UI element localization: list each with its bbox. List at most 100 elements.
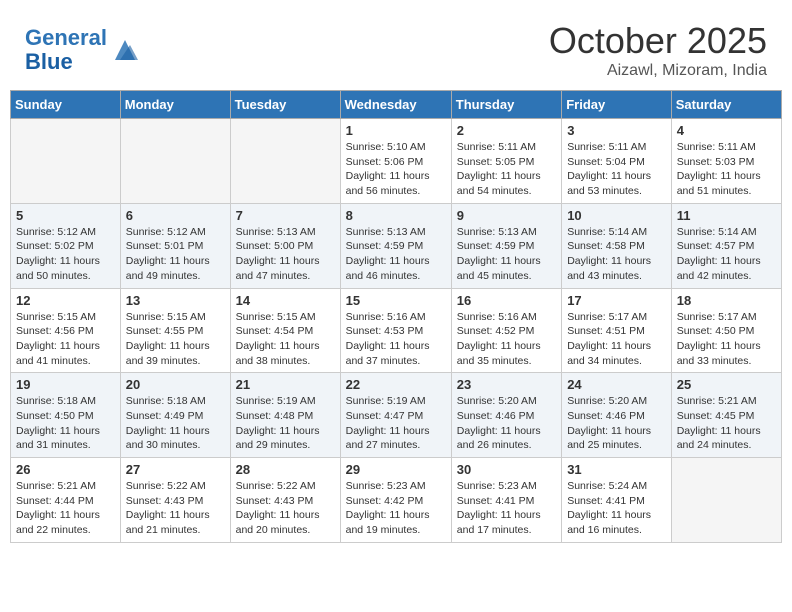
day-number: 6 — [126, 208, 225, 223]
calendar-cell: 29 Sunrise: 5:23 AMSunset: 4:42 PMDayligh… — [340, 458, 451, 543]
title-block: October 2025 Aizawl, Mizoram, India — [549, 20, 767, 80]
calendar-cell: 22 Sunrise: 5:19 AMSunset: 4:47 PMDayligh… — [340, 373, 451, 458]
calendar-cell: 31Sunrise: 5:24 AMSunset: 4:41 PMDayligh… — [562, 458, 672, 543]
day-number: 30 — [457, 462, 556, 477]
calendar-cell: 5 Sunrise: 5:12 AMSunset: 5:02 PMDaylight… — [11, 203, 121, 288]
day-number: 14 — [236, 293, 335, 308]
day-info: Sunrise: 5:10 AMSunset: 5:06 PMDaylight:… — [346, 140, 446, 199]
day-number: 3 — [567, 123, 666, 138]
calendar-cell: 24 Sunrise: 5:20 AMSunset: 4:46 PMDayligh… — [562, 373, 672, 458]
calendar-table: SundayMondayTuesdayWednesdayThursdayFrid… — [10, 90, 782, 543]
day-number: 22 — [346, 377, 446, 392]
day-info: Sunrise: 5:20 AMSunset: 4:46 PMDaylight:… — [567, 394, 666, 453]
day-info: Sunrise: 5:21 AMSunset: 4:45 PMDaylight:… — [677, 394, 776, 453]
calendar-cell: 23 Sunrise: 5:20 AMSunset: 4:46 PMDayligh… — [451, 373, 561, 458]
calendar-cell: 1Sunrise: 5:10 AMSunset: 5:06 PMDaylight… — [340, 119, 451, 204]
day-info: Sunrise: 5:13 AMSunset: 5:00 PMDaylight:… — [236, 225, 335, 284]
day-info: Sunrise: 5:17 AMSunset: 4:50 PMDaylight:… — [677, 310, 776, 369]
day-number: 7 — [236, 208, 335, 223]
day-number: 26 — [16, 462, 115, 477]
weekday-header-thursday: Thursday — [451, 91, 561, 119]
day-number: 28 — [236, 462, 335, 477]
day-info: Sunrise: 5:19 AMSunset: 4:47 PMDaylight:… — [346, 394, 446, 453]
day-info: Sunrise: 5:13 AMSunset: 4:59 PMDaylight:… — [457, 225, 556, 284]
weekday-header-row: SundayMondayTuesdayWednesdayThursdayFrid… — [11, 91, 782, 119]
day-number: 2 — [457, 123, 556, 138]
day-number: 15 — [346, 293, 446, 308]
day-number: 13 — [126, 293, 225, 308]
day-info: Sunrise: 5:20 AMSunset: 4:46 PMDaylight:… — [457, 394, 556, 453]
calendar-cell: 19Sunrise: 5:18 AMSunset: 4:50 PMDayligh… — [11, 373, 121, 458]
calendar-cell: 16Sunrise: 5:16 AMSunset: 4:52 PMDayligh… — [451, 288, 561, 373]
day-info: Sunrise: 5:16 AMSunset: 4:52 PMDaylight:… — [457, 310, 556, 369]
day-number: 29 — [346, 462, 446, 477]
logo-text: GeneralBlue — [25, 26, 107, 74]
day-info: Sunrise: 5:22 AMSunset: 4:43 PMDaylight:… — [236, 479, 335, 538]
weekday-header-wednesday: Wednesday — [340, 91, 451, 119]
calendar-cell — [671, 458, 781, 543]
day-number: 5 — [16, 208, 115, 223]
day-info: Sunrise: 5:24 AMSunset: 4:41 PMDaylight:… — [567, 479, 666, 538]
calendar-week-row: 1Sunrise: 5:10 AMSunset: 5:06 PMDaylight… — [11, 119, 782, 204]
month-title: October 2025 — [549, 20, 767, 62]
calendar-cell: 20 Sunrise: 5:18 AMSunset: 4:49 PMDayligh… — [120, 373, 230, 458]
day-info: Sunrise: 5:18 AMSunset: 4:49 PMDaylight:… — [126, 394, 225, 453]
calendar-cell: 9 Sunrise: 5:13 AMSunset: 4:59 PMDaylight… — [451, 203, 561, 288]
day-info: Sunrise: 5:18 AMSunset: 4:50 PMDaylight:… — [16, 394, 115, 453]
weekday-header-monday: Monday — [120, 91, 230, 119]
page-header: GeneralBlue October 2025 Aizawl, Mizoram… — [10, 10, 782, 85]
day-info: Sunrise: 5:21 AMSunset: 4:44 PMDaylight:… — [16, 479, 115, 538]
calendar-cell: 4Sunrise: 5:11 AMSunset: 5:03 PMDaylight… — [671, 119, 781, 204]
day-number: 10 — [567, 208, 666, 223]
day-info: Sunrise: 5:14 AMSunset: 4:57 PMDaylight:… — [677, 225, 776, 284]
calendar-cell — [11, 119, 121, 204]
calendar-cell: 14 Sunrise: 5:15 AMSunset: 4:54 PMDayligh… — [230, 288, 340, 373]
calendar-cell: 3Sunrise: 5:11 AMSunset: 5:04 PMDaylight… — [562, 119, 672, 204]
calendar-cell — [120, 119, 230, 204]
calendar-cell: 26 Sunrise: 5:21 AMSunset: 4:44 PMDayligh… — [11, 458, 121, 543]
day-info: Sunrise: 5:12 AMSunset: 5:01 PMDaylight:… — [126, 225, 225, 284]
day-number: 23 — [457, 377, 556, 392]
day-info: Sunrise: 5:15 AMSunset: 4:54 PMDaylight:… — [236, 310, 335, 369]
day-info: Sunrise: 5:15 AMSunset: 4:55 PMDaylight:… — [126, 310, 225, 369]
day-info: Sunrise: 5:15 AMSunset: 4:56 PMDaylight:… — [16, 310, 115, 369]
day-number: 4 — [677, 123, 776, 138]
calendar-cell: 18 Sunrise: 5:17 AMSunset: 4:50 PMDayligh… — [671, 288, 781, 373]
day-number: 9 — [457, 208, 556, 223]
day-number: 20 — [126, 377, 225, 392]
day-number: 27 — [126, 462, 225, 477]
day-number: 11 — [677, 208, 776, 223]
calendar-week-row: 5 Sunrise: 5:12 AMSunset: 5:02 PMDaylight… — [11, 203, 782, 288]
calendar-cell — [230, 119, 340, 204]
calendar-cell: 30Sunrise: 5:23 AMSunset: 4:41 PMDayligh… — [451, 458, 561, 543]
logo-icon — [110, 35, 140, 65]
day-info: Sunrise: 5:14 AMSunset: 4:58 PMDaylight:… — [567, 225, 666, 284]
weekday-header-tuesday: Tuesday — [230, 91, 340, 119]
day-number: 24 — [567, 377, 666, 392]
calendar-cell: 25Sunrise: 5:21 AMSunset: 4:45 PMDayligh… — [671, 373, 781, 458]
day-info: Sunrise: 5:19 AMSunset: 4:48 PMDaylight:… — [236, 394, 335, 453]
calendar-cell: 2Sunrise: 5:11 AMSunset: 5:05 PMDaylight… — [451, 119, 561, 204]
calendar-cell: 12 Sunrise: 5:15 AMSunset: 4:56 PMDayligh… — [11, 288, 121, 373]
day-number: 12 — [16, 293, 115, 308]
day-number: 18 — [677, 293, 776, 308]
day-info: Sunrise: 5:17 AMSunset: 4:51 PMDaylight:… — [567, 310, 666, 369]
calendar-cell: 8 Sunrise: 5:13 AMSunset: 4:59 PMDaylight… — [340, 203, 451, 288]
weekday-header-friday: Friday — [562, 91, 672, 119]
day-info: Sunrise: 5:22 AMSunset: 4:43 PMDaylight:… — [126, 479, 225, 538]
logo: GeneralBlue — [25, 26, 140, 74]
calendar-cell: 21 Sunrise: 5:19 AMSunset: 4:48 PMDayligh… — [230, 373, 340, 458]
calendar-cell: 15Sunrise: 5:16 AMSunset: 4:53 PMDayligh… — [340, 288, 451, 373]
calendar-week-row: 12 Sunrise: 5:15 AMSunset: 4:56 PMDayligh… — [11, 288, 782, 373]
day-number: 17 — [567, 293, 666, 308]
day-info: Sunrise: 5:23 AMSunset: 4:42 PMDaylight:… — [346, 479, 446, 538]
day-info: Sunrise: 5:12 AMSunset: 5:02 PMDaylight:… — [16, 225, 115, 284]
day-info: Sunrise: 5:13 AMSunset: 4:59 PMDaylight:… — [346, 225, 446, 284]
calendar-cell: 17 Sunrise: 5:17 AMSunset: 4:51 PMDayligh… — [562, 288, 672, 373]
calendar-cell: 27 Sunrise: 5:22 AMSunset: 4:43 PMDayligh… — [120, 458, 230, 543]
weekday-header-saturday: Saturday — [671, 91, 781, 119]
day-number: 21 — [236, 377, 335, 392]
day-number: 8 — [346, 208, 446, 223]
calendar-cell: 6 Sunrise: 5:12 AMSunset: 5:01 PMDaylight… — [120, 203, 230, 288]
calendar-cell: 11 Sunrise: 5:14 AMSunset: 4:57 PMDayligh… — [671, 203, 781, 288]
